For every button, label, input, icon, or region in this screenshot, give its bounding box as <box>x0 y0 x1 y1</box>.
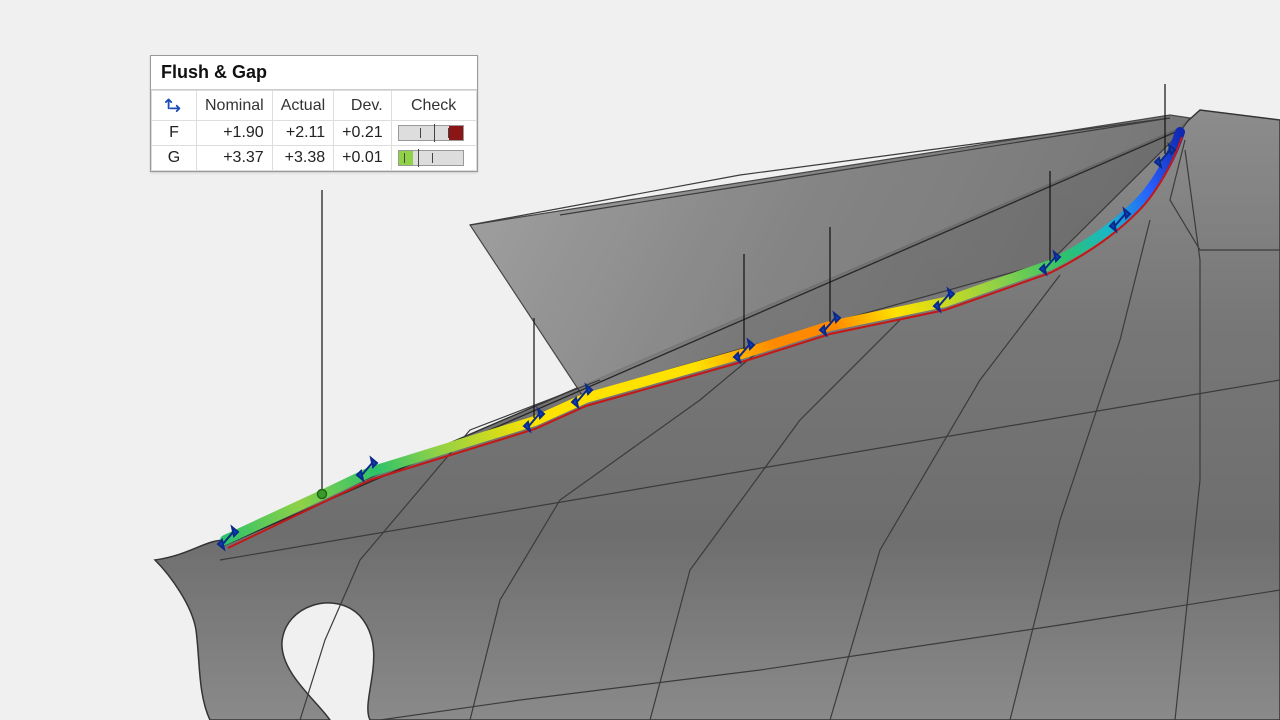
tolerance-bar <box>398 150 464 166</box>
cell-actual: +3.38 <box>272 146 333 171</box>
tolerance-bar <box>398 125 464 141</box>
callout-title: Flush & Gap <box>151 56 477 90</box>
table-row: G +3.37 +3.38 +0.01 <box>152 146 477 171</box>
cell-check <box>391 146 476 171</box>
direction-arrows-icon <box>152 91 197 121</box>
cell-actual: +2.11 <box>272 121 333 146</box>
col-dev: Dev. <box>334 91 391 121</box>
cad-viewport[interactable]: Flush & Gap Nominal Actual Dev. Check F … <box>0 0 1280 720</box>
flush-gap-callout[interactable]: Flush & Gap Nominal Actual Dev. Check F … <box>150 55 478 172</box>
col-nominal: Nominal <box>197 91 273 121</box>
callout-target-dot <box>318 490 327 499</box>
cell-nominal: +3.37 <box>197 146 273 171</box>
table-row: F +1.90 +2.11 +0.21 <box>152 121 477 146</box>
col-actual: Actual <box>272 91 333 121</box>
row-label: G <box>152 146 197 171</box>
cell-dev: +0.21 <box>334 121 391 146</box>
cell-dev: +0.01 <box>334 146 391 171</box>
cell-check <box>391 121 476 146</box>
flush-gap-table: Nominal Actual Dev. Check F +1.90 +2.11 … <box>151 90 477 171</box>
col-check: Check <box>391 91 476 121</box>
table-header-row: Nominal Actual Dev. Check <box>152 91 477 121</box>
row-label: F <box>152 121 197 146</box>
cell-nominal: +1.90 <box>197 121 273 146</box>
